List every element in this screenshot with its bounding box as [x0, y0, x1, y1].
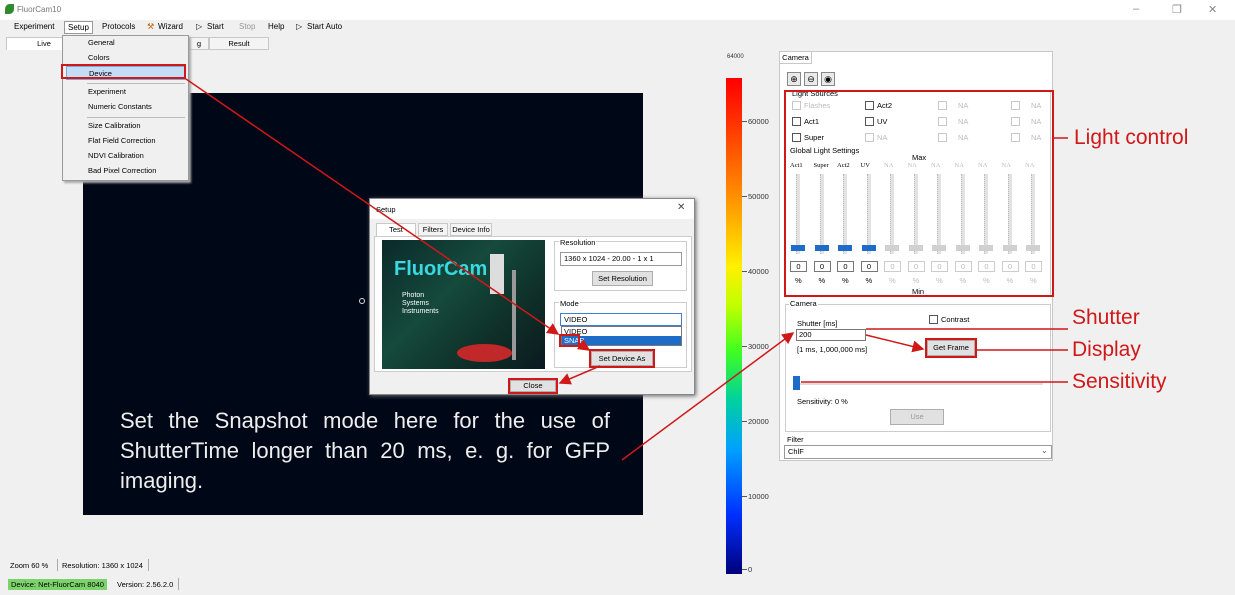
- status-divider: [148, 559, 149, 571]
- resolution-status: Resolution: 1360 x 1024: [62, 561, 143, 570]
- arrow-shutter-to-getframe: [865, 334, 925, 353]
- zoom-status: Zoom 60 %: [10, 561, 49, 570]
- arrow-text-to-shutter: [621, 332, 795, 461]
- device-status-badge: Device: Net-FluorCam 8040: [8, 579, 107, 590]
- arrow-snap-to-set: [576, 339, 591, 351]
- version-status: Version: 2.56.2.0: [117, 580, 174, 589]
- arrow-set-to-close: [558, 365, 601, 385]
- status-divider: [178, 578, 179, 590]
- status-divider: [57, 559, 58, 571]
- arrow-device-to-snap: [185, 78, 560, 335]
- annotation-arrows: [185, 78, 1068, 461]
